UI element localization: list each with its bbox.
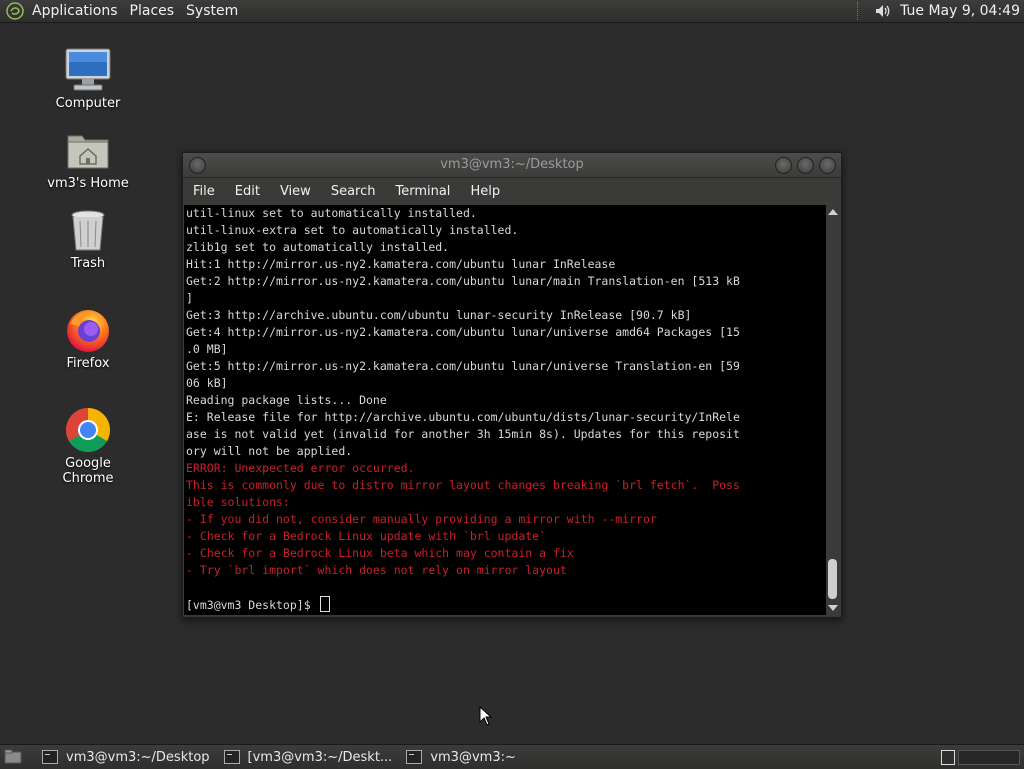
- taskbar-item-label: vm3@vm3:~/Desktop: [66, 749, 210, 765]
- terminal-icon: [223, 750, 240, 764]
- computer-icon: [64, 46, 112, 94]
- desktop-icon-label: Computer: [55, 96, 121, 111]
- window-title: vm3@vm3:~/Desktop: [440, 157, 584, 172]
- menu-terminal[interactable]: Terminal: [385, 184, 460, 199]
- desktop-icon-home[interactable]: vm3's Home: [38, 126, 138, 191]
- panel-separator: [857, 2, 868, 20]
- taskbar-item[interactable]: [vm3@vm3:~/Deskt...: [218, 746, 401, 768]
- desktop-icon-label: Google Chrome: [62, 456, 114, 486]
- close-button[interactable]: [819, 157, 836, 174]
- maximize-button[interactable]: [797, 157, 814, 174]
- terminal-error-line: - Try `brl import` which does not rely o…: [186, 563, 567, 577]
- desktop-icon-label: Firefox: [66, 356, 110, 371]
- scrollbar-thumb[interactable]: [828, 559, 837, 599]
- terminal-scrollbar[interactable]: [826, 205, 839, 615]
- terminal-error-line: This is commonly due to distro mirror la…: [186, 478, 740, 492]
- desktop-icon-firefox[interactable]: Firefox: [38, 306, 138, 371]
- shell-prompt: [vm3@vm3 Desktop]$: [186, 598, 318, 612]
- workspace-switcher-2[interactable]: [958, 750, 1020, 765]
- terminal-line: Get:4 http://mirror.us-ny2.kamatera.com/…: [186, 325, 740, 339]
- terminal-line: Get:5 http://mirror.us-ny2.kamatera.com/…: [186, 359, 740, 373]
- menu-edit[interactable]: Edit: [225, 184, 270, 199]
- chrome-icon: [64, 406, 112, 454]
- desktop-icon-label: vm3's Home: [47, 176, 129, 191]
- desktop-icon-chrome[interactable]: Google Chrome: [38, 406, 138, 486]
- terminal-error-line: ible solutions:: [186, 495, 290, 509]
- taskbar-item[interactable]: vm3@vm3:~: [400, 746, 524, 768]
- terminal-line: util-linux-extra set to automatically in…: [186, 223, 519, 237]
- menu-help[interactable]: Help: [460, 184, 510, 199]
- bottom-panel: vm3@vm3:~/Desktop [vm3@vm3:~/Deskt... vm…: [0, 744, 1024, 769]
- terminal-line: util-linux set to automatically installe…: [186, 206, 477, 220]
- desktop-icon-computer[interactable]: Computer: [38, 46, 138, 111]
- desktop-icon-label: Trash: [70, 256, 106, 271]
- terminal-line: Hit:1 http://mirror.us-ny2.kamatera.com/…: [186, 257, 616, 271]
- window-titlebar[interactable]: vm3@vm3:~/Desktop: [183, 153, 841, 178]
- terminal-line: 06 kB]: [186, 376, 228, 390]
- clock[interactable]: Tue May 9, 04:49: [900, 3, 1024, 19]
- menu-search[interactable]: Search: [321, 184, 386, 199]
- menu-file[interactable]: File: [183, 184, 225, 199]
- minimize-button[interactable]: [775, 157, 792, 174]
- desktop-icon-trash[interactable]: Trash: [38, 206, 138, 271]
- terminal-icon: [42, 750, 58, 764]
- trash-icon: [64, 206, 112, 254]
- text-cursor: [319, 596, 330, 612]
- top-panel: Applications Places System Tue May 9, 04…: [0, 0, 1024, 23]
- terminal-line: ory will not be applied.: [186, 444, 353, 458]
- terminal-line: Reading package lists... Done: [186, 393, 387, 407]
- scroll-down-icon[interactable]: [828, 605, 838, 611]
- terminal-line: .0 MB]: [186, 342, 228, 356]
- menu-system[interactable]: System: [180, 0, 244, 22]
- terminal-line: E: Release file for http://archive.ubunt…: [186, 410, 740, 424]
- terminal-line: ase is not valid yet (invalid for anothe…: [186, 427, 740, 441]
- terminal-prompt-line[interactable]: [vm3@vm3 Desktop]$: [184, 596, 826, 613]
- terminal-icon: [406, 750, 423, 764]
- terminal-output[interactable]: util-linux set to automatically installe…: [184, 205, 826, 615]
- volume-icon[interactable]: [872, 0, 894, 22]
- show-desktop-icon[interactable]: [4, 748, 22, 766]
- terminal-window[interactable]: vm3@vm3:~/Desktop File Edit View Search …: [182, 152, 842, 618]
- taskbar-item-label: [vm3@vm3:~/Deskt...: [247, 749, 393, 765]
- terminal-line: zlib1g set to automatically installed.: [186, 240, 450, 254]
- scroll-up-icon[interactable]: [828, 209, 838, 215]
- menu-applications[interactable]: Applications: [26, 0, 124, 22]
- terminal-error-line: - Check for a Bedrock Linux beta which m…: [186, 546, 574, 560]
- firefox-icon: [64, 306, 112, 354]
- menu-places[interactable]: Places: [124, 0, 181, 22]
- terminal-line: ]: [186, 291, 193, 305]
- window-menubar: File Edit View Search Terminal Help: [183, 178, 841, 205]
- workspace-switcher-1[interactable]: [941, 750, 955, 765]
- terminal-line: Get:2 http://mirror.us-ny2.kamatera.com/…: [186, 274, 740, 288]
- taskbar-item[interactable]: vm3@vm3:~/Desktop: [36, 746, 218, 768]
- menu-view[interactable]: View: [270, 184, 321, 199]
- terminal-error-line: ERROR: Unexpected error occurred.: [186, 461, 415, 475]
- terminal-error-line: - Check for a Bedrock Linux update with …: [186, 529, 547, 543]
- terminal-line: Get:3 http://archive.ubuntu.com/ubuntu l…: [186, 308, 692, 322]
- mouse-pointer-icon: [479, 705, 493, 730]
- distro-logo-icon[interactable]: [4, 0, 26, 22]
- terminal-error-line: - If you did not, consider manually prov…: [186, 512, 657, 526]
- home-folder-icon: [64, 126, 112, 174]
- taskbar-item-label: vm3@vm3:~: [430, 749, 516, 765]
